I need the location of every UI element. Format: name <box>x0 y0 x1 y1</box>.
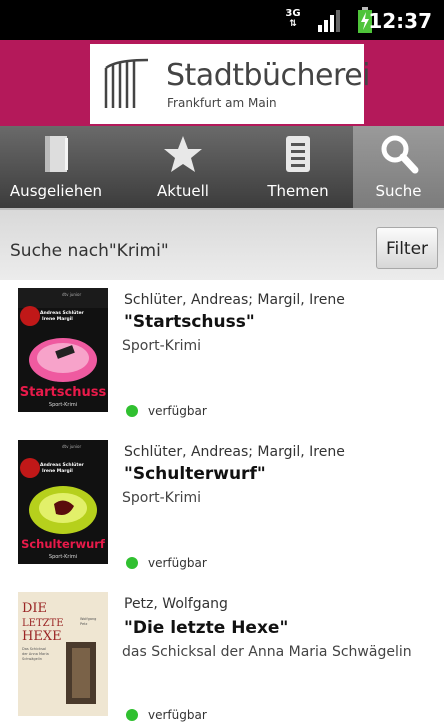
status-bar: 3G ⇅ 12:37 <box>0 0 444 40</box>
svg-text:Andreas Schlüter: Andreas Schlüter <box>40 310 85 316</box>
result-author: Schlüter, Andreas; Margil, Irene <box>124 444 345 460</box>
result-subtitle: Sport-Krimi <box>122 338 201 354</box>
svg-text:der Anna Maria: der Anna Maria <box>22 652 49 656</box>
svg-text:dtv junior: dtv junior <box>62 444 81 449</box>
search-query-label: Suche nach"Krimi" <box>10 241 169 261</box>
network-type-label: 3G <box>285 8 301 19</box>
library-name: Stadtbücherei <box>166 58 370 93</box>
svg-text:DIE: DIE <box>22 601 47 616</box>
available-dot-icon <box>126 709 138 721</box>
svg-text:Sport-Krimi: Sport-Krimi <box>49 554 77 560</box>
svg-text:Petz: Petz <box>80 622 88 626</box>
tab-themen[interactable]: Themen <box>245 126 351 210</box>
star-icon <box>164 136 202 172</box>
availability-status: verfügbar <box>126 556 207 570</box>
tab-aktuell[interactable]: Aktuell <box>130 126 236 210</box>
svg-text:Startschuss: Startschuss <box>20 385 107 400</box>
svg-text:Schwägelin: Schwägelin <box>22 657 42 661</box>
library-city: Frankfurt am Main <box>167 96 277 110</box>
availability-label: verfügbar <box>148 404 207 418</box>
availability-status: verfügbar <box>126 708 207 722</box>
tab-label: Suche <box>375 182 422 200</box>
availability-label: verfügbar <box>148 708 207 722</box>
result-author: Schlüter, Andreas; Margil, Irene <box>124 292 345 308</box>
availability-status: verfügbar <box>126 404 207 418</box>
filter-button[interactable]: Filter <box>376 227 438 269</box>
svg-text:Irene Margil: Irene Margil <box>42 316 73 322</box>
clock: 12:37 <box>368 9 432 33</box>
tab-suche[interactable]: Suche <box>353 126 444 210</box>
svg-text:Andreas Schlüter: Andreas Schlüter <box>40 462 85 468</box>
available-dot-icon <box>126 557 138 569</box>
tab-bar: Ausgeliehen Aktuell Themen Suche <box>0 126 444 210</box>
book-cover-startschuss: dtv junior Andreas Schlüter Irene Margil… <box>18 288 108 412</box>
search-icon <box>381 135 418 174</box>
tab-ausgeliehen[interactable]: Ausgeliehen <box>0 126 112 210</box>
book-cover-die-letzte-hexe: DIE LETZTE HEXE Wolfgang Petz Das Schick… <box>18 592 108 716</box>
svg-text:LETZTE: LETZTE <box>22 618 64 629</box>
svg-text:Irene Margil: Irene Margil <box>42 468 73 474</box>
library-logo-icon <box>104 58 149 108</box>
result-author: Petz, Wolfgang <box>124 596 228 612</box>
book-icon <box>45 136 68 172</box>
tab-label: Themen <box>267 182 329 200</box>
result-item-startschuss[interactable]: dtv junior Andreas Schlüter Irene Margil… <box>0 280 444 433</box>
signal-strength-icon <box>318 10 340 32</box>
svg-text:HEXE: HEXE <box>22 629 62 644</box>
result-item-die-letzte-hexe[interactable]: DIE LETZTE HEXE Wolfgang Petz Das Schick… <box>0 584 444 722</box>
tab-label: Ausgeliehen <box>9 182 103 200</box>
svg-text:Schulterwurf: Schulterwurf <box>21 537 106 551</box>
library-logo: Stadtbücherei Frankfurt am Main <box>90 44 370 124</box>
network-type-icon: 3G ⇅ <box>285 8 301 29</box>
result-title: "Schulterwurf" <box>124 464 266 484</box>
book-cover-schulterwurf: dtv junior Andreas Schlüter Irene Margil… <box>18 440 108 564</box>
svg-text:Sport-Krimi: Sport-Krimi <box>49 402 77 408</box>
result-title: "Die letzte Hexe" <box>124 618 289 638</box>
svg-text:Das Schicksal: Das Schicksal <box>22 647 46 651</box>
tab-label: Aktuell <box>157 182 209 200</box>
availability-label: verfügbar <box>148 556 207 570</box>
list-icon <box>286 136 310 172</box>
svg-text:dtv junior: dtv junior <box>62 292 81 297</box>
available-dot-icon <box>126 405 138 417</box>
result-subtitle: Sport-Krimi <box>122 490 201 506</box>
result-title: "Startschuss" <box>124 312 255 332</box>
svg-text:Wolfgang: Wolfgang <box>80 617 96 621</box>
result-item-schulterwurf[interactable]: dtv junior Andreas Schlüter Irene Margil… <box>0 432 444 585</box>
result-subtitle: das Schicksal der Anna Maria Schwägelin <box>122 644 412 660</box>
